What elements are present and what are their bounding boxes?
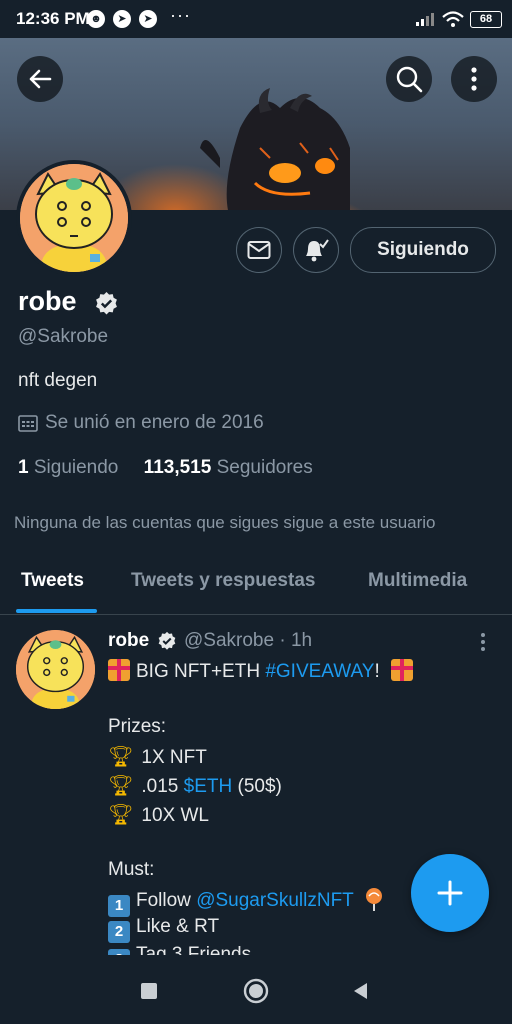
tweet-prize-3: 🏆︎ 10X WL	[108, 802, 209, 827]
envelope-icon	[247, 241, 271, 259]
user-bio: nft degen	[18, 370, 98, 391]
plus-icon	[437, 880, 463, 906]
following-label: Siguiendo	[33, 457, 119, 478]
status-time: 12:36 PM	[16, 9, 90, 28]
dragon-banner-image	[200, 88, 350, 210]
system-navigation-bar	[0, 955, 512, 1024]
lollipop-icon	[365, 888, 382, 911]
tweet-text: 1X NFT	[141, 747, 207, 768]
verified-badge-icon	[158, 631, 176, 650]
tweet-step-1: 1 Follow @SugarSkullzNFT	[108, 887, 385, 917]
tweet-text: Like & RT	[136, 916, 220, 937]
telegram-icon: ➤	[113, 10, 131, 28]
tweet-text: .015	[141, 776, 184, 797]
tab-tweets[interactable]: Tweets	[21, 570, 84, 592]
tweet-more-icon[interactable]	[479, 632, 487, 652]
followers-count: 113,515	[143, 457, 212, 478]
keycap-one-icon: 1	[108, 895, 130, 917]
message-button[interactable]	[236, 227, 282, 273]
hashtag-link[interactable]: #GIVEAWAY	[265, 661, 374, 682]
followers-link[interactable]: 113,515 Seguidores	[144, 457, 313, 478]
tweet-prize-2: 🏆︎ .015 $ETH (50$)	[108, 773, 282, 798]
tweet-text: Follow	[136, 890, 197, 911]
tweet-author-name[interactable]: robe	[108, 630, 149, 652]
tweet-line-giveaway: BIG NFT+ETH #GIVEAWAY!	[108, 659, 419, 683]
status-bar: 12:36 PM ☻ ➤ ➤ ··· 68	[0, 0, 512, 38]
recents-button[interactable]	[141, 983, 157, 999]
notification-app-icon: ☻	[87, 10, 105, 28]
profile-avatar[interactable]	[16, 160, 132, 276]
more-notifications-icon: ···	[170, 5, 191, 25]
join-date: Se unió en enero de 2016	[45, 412, 264, 433]
trophy-icon: 🏆︎	[108, 804, 134, 826]
mutual-followers-note: Ninguna de las cuentas que sigues sigue …	[14, 513, 436, 532]
active-tab-indicator	[16, 609, 97, 613]
tweet-text: 10X WL	[141, 805, 209, 826]
tweet-text: (50$)	[232, 776, 282, 797]
calendar-icon	[18, 415, 38, 432]
cat-avatar-image	[20, 164, 128, 272]
home-button[interactable]	[243, 978, 269, 1004]
battery-indicator: 68	[470, 11, 502, 28]
arrow-left-icon	[29, 69, 52, 89]
tweet-prizes-label: Prizes:	[108, 716, 167, 737]
tweet-text: !	[374, 661, 380, 682]
tweet-meta: @Sakrobe · 1h	[184, 630, 313, 651]
tweet-must-label: Must:	[108, 859, 155, 880]
tweet-text: Tag 3 Friends	[136, 944, 252, 955]
more-options-button[interactable]	[451, 56, 497, 102]
mention-link[interactable]: @SugarSkullzNFT	[196, 890, 353, 911]
following-count: 1	[18, 457, 29, 478]
signal-icon	[416, 13, 434, 26]
back-button[interactable]	[17, 56, 63, 102]
tweet-text: BIG NFT+ETH	[136, 661, 266, 682]
tweet-prize-1: 🏆︎ 1X NFT	[108, 744, 207, 769]
tab-media[interactable]: Multimedia	[368, 570, 467, 592]
display-name: robe	[18, 286, 77, 316]
search-button[interactable]	[386, 56, 432, 102]
follow-stats: 1 Siguiendo 113,515 Seguidores	[18, 457, 313, 479]
tweet-step-3: 3Tag 3 Friends	[108, 944, 251, 955]
notifications-button[interactable]	[293, 227, 339, 273]
user-handle: @Sakrobe	[18, 326, 109, 347]
tweet-step-3-clip: 3Tag 3 Friends	[0, 938, 512, 955]
tweet-avatar[interactable]	[16, 630, 95, 709]
gift-icon	[391, 659, 413, 681]
bell-check-icon	[306, 239, 329, 262]
back-nav-button[interactable]	[351, 981, 369, 1001]
tab-tweets-replies[interactable]: Tweets y respuestas	[131, 570, 315, 592]
verified-badge-icon	[96, 292, 117, 315]
more-vertical-icon	[471, 67, 477, 91]
search-icon	[396, 66, 423, 93]
compose-tweet-button[interactable]	[411, 854, 489, 932]
following-button[interactable]: Siguiendo	[350, 227, 496, 273]
profile-tabs: Tweets Tweets y respuestas Multimedia	[0, 558, 512, 615]
wifi-icon	[442, 11, 464, 27]
trophy-icon: 🏆︎	[108, 775, 134, 797]
cashtag-link[interactable]: $ETH	[184, 776, 233, 797]
followers-label: Seguidores	[216, 457, 313, 478]
gift-icon	[108, 659, 130, 681]
cat-avatar-image	[16, 630, 95, 709]
telegram-icon: ➤	[139, 10, 157, 28]
following-link[interactable]: 1 Siguiendo	[18, 457, 118, 478]
trophy-icon: 🏆︎	[108, 746, 134, 768]
